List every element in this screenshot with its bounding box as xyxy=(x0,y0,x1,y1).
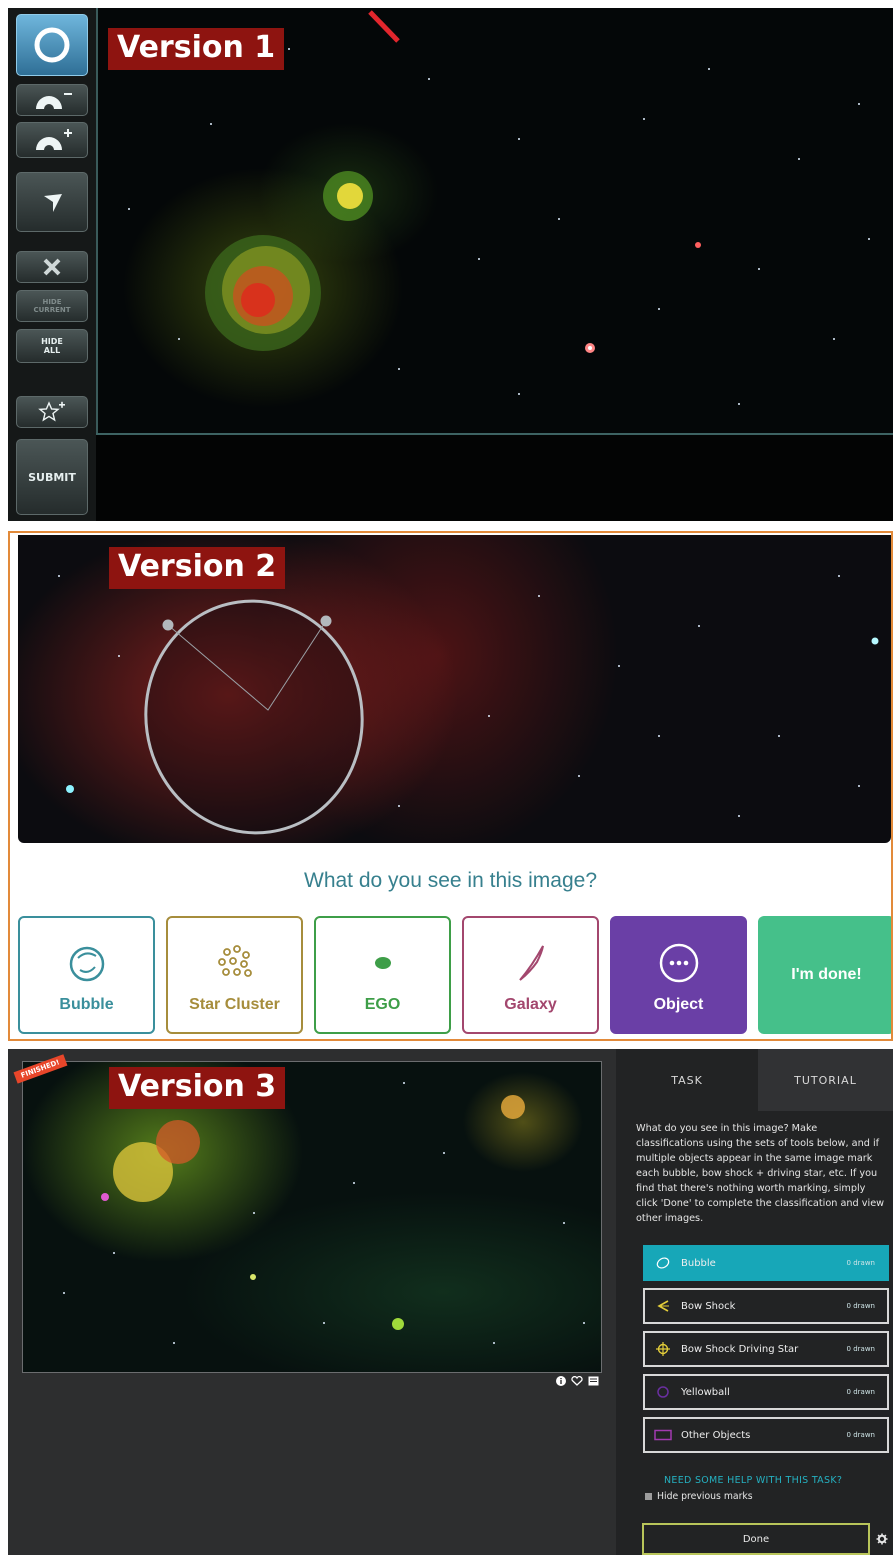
v3-task-sidebar: TASK TUTORIAL What do you see in this im… xyxy=(616,1049,893,1555)
object-button-label: Object xyxy=(653,996,704,1013)
star-cluster-button[interactable]: Star Cluster xyxy=(166,916,303,1034)
ego-icon xyxy=(374,957,391,969)
heart-icon[interactable] xyxy=(571,1376,583,1386)
submit-button[interactable]: SUBMIT xyxy=(16,439,88,515)
v3-image-actions xyxy=(556,1376,599,1386)
v1-toolbar: HIDE CURRENT HIDE ALL SUBMIT xyxy=(8,8,96,521)
version-3-badge: Version 3 xyxy=(109,1067,286,1109)
tab-tutorial[interactable]: TUTORIAL xyxy=(758,1049,893,1111)
other-objects-tool-label: Other Objects xyxy=(681,1429,751,1441)
close-icon xyxy=(43,258,61,276)
circle-tool-button[interactable] xyxy=(16,14,88,76)
bubble-button-label: Bubble xyxy=(59,996,114,1013)
galaxy-button-label: Galaxy xyxy=(504,996,557,1013)
done-button[interactable]: Done xyxy=(642,1523,870,1555)
v1-nebula-graphic xyxy=(205,10,701,353)
rectangle-icon xyxy=(645,1429,681,1441)
hide-marks-label: Hide previous marks xyxy=(657,1491,753,1502)
circle-icon xyxy=(34,27,70,63)
grow-arc-tool-button[interactable] xyxy=(16,122,88,158)
yellowball-tool-label: Yellowball xyxy=(681,1386,730,1398)
version-3-panel: FINISHED! TASK TUTORIAL What do you see … xyxy=(8,1049,893,1555)
crosshair-icon xyxy=(645,1341,681,1357)
bow-shock-tool-count: 0 drawn xyxy=(846,1302,875,1310)
version-2-badge: Version 2 xyxy=(109,547,286,589)
other-objects-tool[interactable]: Other Objects 0 drawn xyxy=(643,1417,889,1453)
ellipse-icon xyxy=(645,1256,681,1270)
star-plus-icon xyxy=(38,401,65,422)
arc-minus-icon xyxy=(36,93,72,109)
star-cluster-button-label: Star Cluster xyxy=(189,996,280,1013)
other-objects-tool-count: 0 drawn xyxy=(846,1431,875,1439)
version-1-panel: HIDE CURRENT HIDE ALL SUBMIT Version 1 xyxy=(8,8,893,521)
hide-all-button[interactable]: HIDE ALL xyxy=(16,329,88,363)
shrink-arc-tool-button[interactable] xyxy=(16,84,88,116)
im-done-button[interactable]: I'm done! xyxy=(758,916,891,1034)
bubble-button[interactable]: Bubble xyxy=(18,916,155,1034)
v1-caption-area xyxy=(96,433,893,521)
arrow-icon xyxy=(44,194,62,212)
arc-plus-icon xyxy=(36,129,72,150)
ego-button[interactable]: EGO xyxy=(314,916,451,1034)
driving-star-tool-label: Bow Shock Driving Star xyxy=(681,1343,799,1355)
hide-marks-checkbox[interactable] xyxy=(645,1493,652,1500)
hide-marks-row[interactable]: Hide previous marks xyxy=(645,1491,753,1502)
im-done-button-label: I'm done! xyxy=(791,966,862,983)
arrow-tool-button[interactable] xyxy=(16,172,88,232)
hide-current-button[interactable]: HIDE CURRENT xyxy=(16,290,88,322)
bow-shock-tool[interactable]: Bow Shock 0 drawn xyxy=(643,1288,889,1324)
yellowball-tool-count: 0 drawn xyxy=(846,1388,875,1396)
gear-icon[interactable] xyxy=(876,1533,888,1545)
help-link[interactable]: NEED SOME HELP WITH THIS TASK? xyxy=(664,1475,842,1486)
info-icon[interactable] xyxy=(556,1376,566,1386)
ego-button-label: EGO xyxy=(364,996,401,1013)
object-button[interactable]: Object xyxy=(610,916,747,1034)
bubble-tool-count: 0 drawn xyxy=(846,1259,875,1267)
favorite-button[interactable] xyxy=(16,396,88,428)
galaxy-icon xyxy=(518,945,544,981)
bubble-tool-label: Bubble xyxy=(681,1257,716,1269)
bow-shock-icon xyxy=(645,1299,681,1313)
collection-icon[interactable] xyxy=(588,1376,599,1386)
v1-sky-image[interactable] xyxy=(96,8,893,433)
version-1-badge: Version 1 xyxy=(108,28,285,70)
yellowball-tool[interactable]: Yellowball 0 drawn xyxy=(643,1374,889,1410)
galaxy-button[interactable]: Galaxy xyxy=(462,916,599,1034)
delete-tool-button[interactable] xyxy=(16,251,88,283)
tab-task[interactable]: TASK xyxy=(616,1049,758,1111)
bubble-icon xyxy=(69,946,104,982)
more-dots-icon xyxy=(659,943,698,983)
task-instructions: What do you see in this image? Make clas… xyxy=(636,1123,885,1224)
driving-star-tool-count: 0 drawn xyxy=(846,1345,875,1353)
bubble-tool[interactable]: Bubble 0 drawn xyxy=(643,1245,889,1281)
version-2-panel: What do you see in this image? Bubble St… xyxy=(8,531,893,1041)
star-cluster-icon xyxy=(217,945,252,977)
bow-shock-tool-label: Bow Shock xyxy=(681,1300,736,1312)
circle-icon xyxy=(645,1385,681,1399)
v2-question-text: What do you see in this image? xyxy=(304,869,597,892)
bow-shock-driving-star-tool[interactable]: Bow Shock Driving Star 0 drawn xyxy=(643,1331,889,1367)
